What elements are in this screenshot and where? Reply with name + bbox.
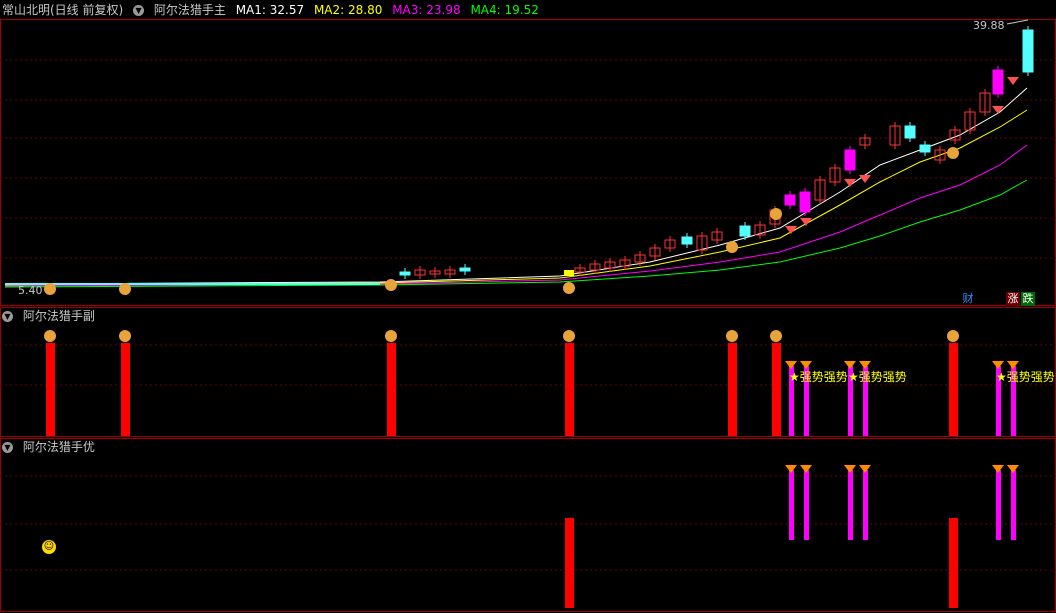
ma4-line [4,179,1028,288]
sub-panel-2-title[interactable]: 阿尔法猎手优 [23,440,95,454]
sub-panel-1-title[interactable]: 阿尔法猎手副 [23,309,95,323]
indicator-menu-icon[interactable]: ▼ [133,5,145,16]
diamond-icon [1007,465,1019,473]
smiley-icon: ☺ [42,540,56,554]
money-bag-icon [44,283,56,295]
diamond-icon [859,465,871,473]
diamond-icon [800,218,812,226]
money-bag-icon [385,330,397,342]
diamond-icon [859,175,871,183]
chart-canvas [0,19,1056,612]
signal-bar [46,343,55,436]
candle [681,236,693,245]
strong-signal-label-2: ★强势强势 [848,370,907,384]
high-price-label: 39.88 [973,19,1005,32]
sub-panel-2-header: ▼ 阿尔法猎手优 [2,438,101,456]
signal-bar [121,343,130,436]
signal-bar [996,470,1001,540]
low-price-label: 5.40 [18,284,43,297]
signal-bar [848,470,853,540]
money-bag-icon [44,330,56,342]
main-indicator-name[interactable]: 阿尔法猎手主 [154,3,226,17]
candle [799,191,811,213]
signal-bar [863,470,868,540]
diamond-icon [785,465,797,473]
ma1-label: MA1: 32.57 [235,3,305,17]
money-bag-icon [119,330,131,342]
signal-bar [387,343,396,436]
diamond-icon [992,465,1004,473]
signal-bar [728,343,737,436]
money-bag-icon [726,241,738,253]
ma3-label: MA3: 23.98 [392,3,461,17]
signal-bar [565,343,574,436]
chart-stage: 常山北明(日线 前复权) ▼ 阿尔法猎手主 MA1: 32.57 MA2: 28… [0,0,1056,613]
die-badge[interactable]: 跌 [1021,292,1035,306]
panel-border [0,19,1056,306]
money-bag-icon [385,279,397,291]
signal-bar [565,518,574,608]
cai-badge[interactable]: 财 [961,292,975,306]
sub1-menu-icon[interactable]: ▼ [2,311,13,322]
signal-bar [949,343,958,436]
strong-signal-label-1: ★强势强势 [789,370,848,384]
signal-bar [949,518,958,608]
sub-panel-1-header: ▼ 阿尔法猎手副 [2,307,101,325]
signal-bar [772,343,781,436]
ma3-line [4,144,1028,287]
signal-bar [804,470,809,540]
signal-bar [1011,470,1016,540]
sub2-menu-icon[interactable]: ▼ [2,442,13,453]
ma2-label: MA2: 28.80 [313,3,383,17]
money-bag-icon [563,330,575,342]
money-bag-icon [726,330,738,342]
zhang-badge[interactable]: 涨 [1006,292,1020,306]
main-panel-header: 常山北明(日线 前复权) ▼ 阿尔法猎手主 MA1: 32.57 MA2: 28… [2,1,545,19]
candle [399,271,411,276]
stock-name[interactable]: 常山北明(日线 前复权) [2,3,123,17]
candle [784,194,796,206]
candle [919,144,931,153]
money-bag-icon [947,330,959,342]
candle [904,125,916,139]
money-bag-icon [770,208,782,220]
ma4-label: MA4: 19.52 [470,3,539,17]
high-marker-line [1006,19,1029,25]
money-bag-icon [947,147,959,159]
money-bag-icon [770,330,782,342]
signal-bar [789,470,794,540]
candle [992,69,1004,95]
diamond-icon [800,465,812,473]
candle-highlight [564,270,574,276]
diamond-icon [844,465,856,473]
candle [459,267,471,272]
strong-signal-label-3: ★强势强势 [996,370,1055,384]
candle [739,225,751,237]
diamond-icon [1007,77,1019,85]
money-bag-icon [563,282,575,294]
money-bag-icon [119,283,131,295]
candle [844,149,856,171]
ma2-line [4,109,1028,286]
panel-border [0,438,1056,612]
candle [1022,29,1034,73]
